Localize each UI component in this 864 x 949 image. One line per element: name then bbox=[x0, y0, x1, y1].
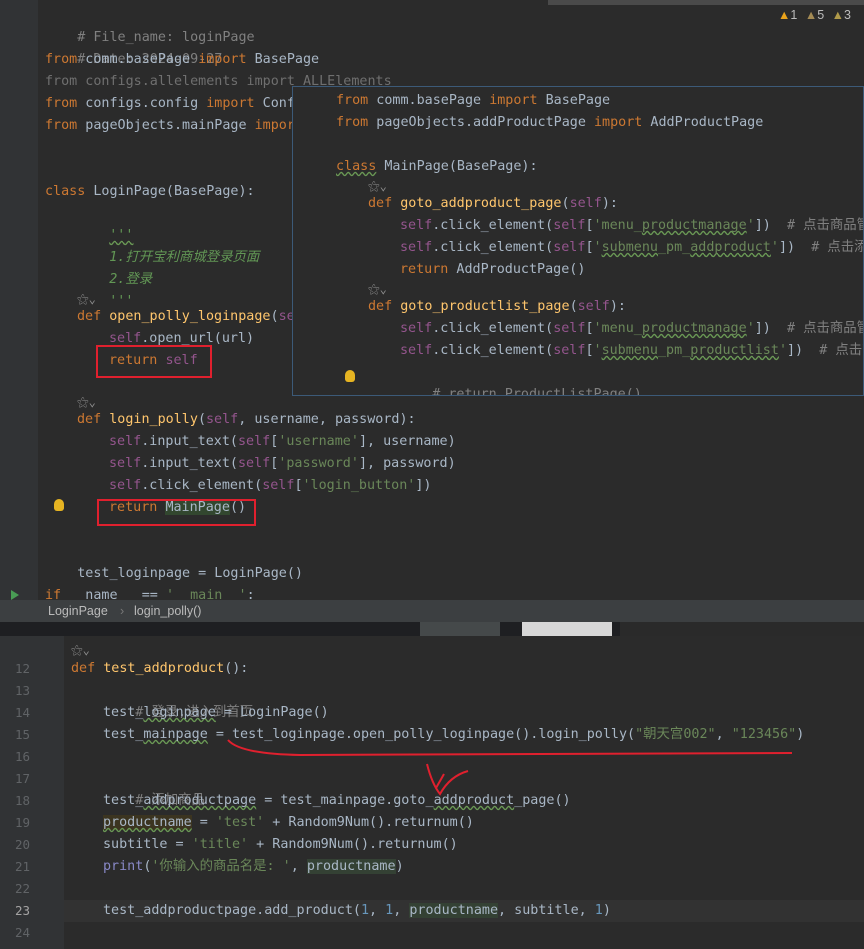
chevron-right-icon: › bbox=[120, 604, 125, 618]
lightbulb-icon[interactable] bbox=[345, 370, 355, 382]
docstring[interactable]: 1.打开宝利商城登录页面 bbox=[77, 225, 259, 265]
warning-icon: ▲ bbox=[778, 8, 791, 22]
run-icon[interactable] bbox=[11, 590, 19, 600]
code-line[interactable]: self.click_element(self['menu_productman… bbox=[400, 215, 863, 237]
code-line[interactable]: self.click_element(self['submenu_pm_prod… bbox=[400, 340, 863, 362]
thumbnail bbox=[522, 622, 612, 636]
typo-icon: ▲ bbox=[831, 8, 844, 22]
weak-warning-icon: ▲ bbox=[804, 8, 818, 22]
inspection-widget[interactable]: ▲1 ▲5 ▲3 bbox=[778, 8, 851, 22]
code-line[interactable]: # File_name: loginPage bbox=[45, 5, 254, 45]
code-line[interactable]: self.input_text(self['password'], passwo… bbox=[109, 453, 456, 475]
quick-definition-popup[interactable]: from comm.basePage import BasePage from … bbox=[292, 86, 864, 396]
highlight-box-return-self bbox=[96, 345, 212, 378]
thumbnail bbox=[420, 622, 500, 636]
warning-count: 5 bbox=[817, 8, 825, 22]
comment: # return ProductListPage() bbox=[432, 387, 642, 396]
code-line[interactable]: class LoginPage(BasePage): bbox=[45, 181, 255, 203]
code-line[interactable]: from comm.basePage import BasePage bbox=[336, 90, 610, 112]
code-line[interactable]: self.click_element(self['submenu_pm_addp… bbox=[400, 237, 863, 259]
code-line[interactable]: def login_polly(self, username, password… bbox=[77, 409, 416, 431]
code-line[interactable]: # Date: 2024-09-27 bbox=[45, 27, 222, 67]
bottom-editor[interactable]: 12 13 14 15 16 17 18 19 20 21 22 23 24 ⚝… bbox=[0, 636, 864, 949]
warning-count: 3 bbox=[844, 8, 851, 22]
breadcrumb: LoginPage › login_polly() bbox=[0, 600, 864, 622]
lightbulb-icon[interactable] bbox=[54, 499, 64, 511]
code-line[interactable]: def open_polly_loginpage(se bbox=[77, 306, 295, 328]
screenshot-strip bbox=[0, 622, 864, 636]
code-line[interactable]: def goto_addproduct_page(self): bbox=[368, 193, 618, 215]
code-line[interactable]: from comm.basePage import BasePage bbox=[45, 49, 319, 71]
code-line[interactable]: return AddProductPage() bbox=[400, 259, 585, 281]
thumbnail bbox=[620, 622, 864, 636]
code-text: test_loginpage = LoginPage() bbox=[77, 566, 303, 581]
docstring[interactable]: ''' bbox=[77, 203, 133, 243]
code-line[interactable]: from pageObjects.mainPage impor bbox=[45, 115, 295, 137]
code-line[interactable]: # return ProductListPage() bbox=[400, 362, 642, 395]
top-gutter bbox=[0, 0, 38, 600]
code-line[interactable]: test_loginpage = LoginPage() bbox=[45, 541, 303, 581]
code-line[interactable]: from pageObjects.addProductPage import A… bbox=[336, 112, 763, 134]
code-line[interactable]: self.input_text(self['username'], userna… bbox=[109, 431, 456, 453]
breadcrumb-item-class[interactable]: LoginPage bbox=[48, 600, 108, 622]
highlight-box-return-mainpage bbox=[97, 499, 256, 526]
scrollbar-thumb[interactable] bbox=[548, 0, 864, 5]
code-line[interactable]: self.click_element(self['menu_productman… bbox=[400, 318, 863, 340]
warning-count: 1 bbox=[790, 8, 798, 22]
red-annotation bbox=[227, 739, 793, 796]
code-line[interactable]: def goto_productlist_page(self): bbox=[368, 296, 626, 318]
breadcrumb-item-method[interactable]: login_polly() bbox=[134, 600, 201, 622]
code-line[interactable]: self.click_element(self['login_button']) bbox=[109, 475, 432, 497]
docstring[interactable]: 2.登录 bbox=[77, 247, 152, 287]
code-line[interactable]: class MainPage(BasePage): bbox=[336, 156, 538, 178]
code-line[interactable]: from configs.config import Conf bbox=[45, 93, 295, 115]
